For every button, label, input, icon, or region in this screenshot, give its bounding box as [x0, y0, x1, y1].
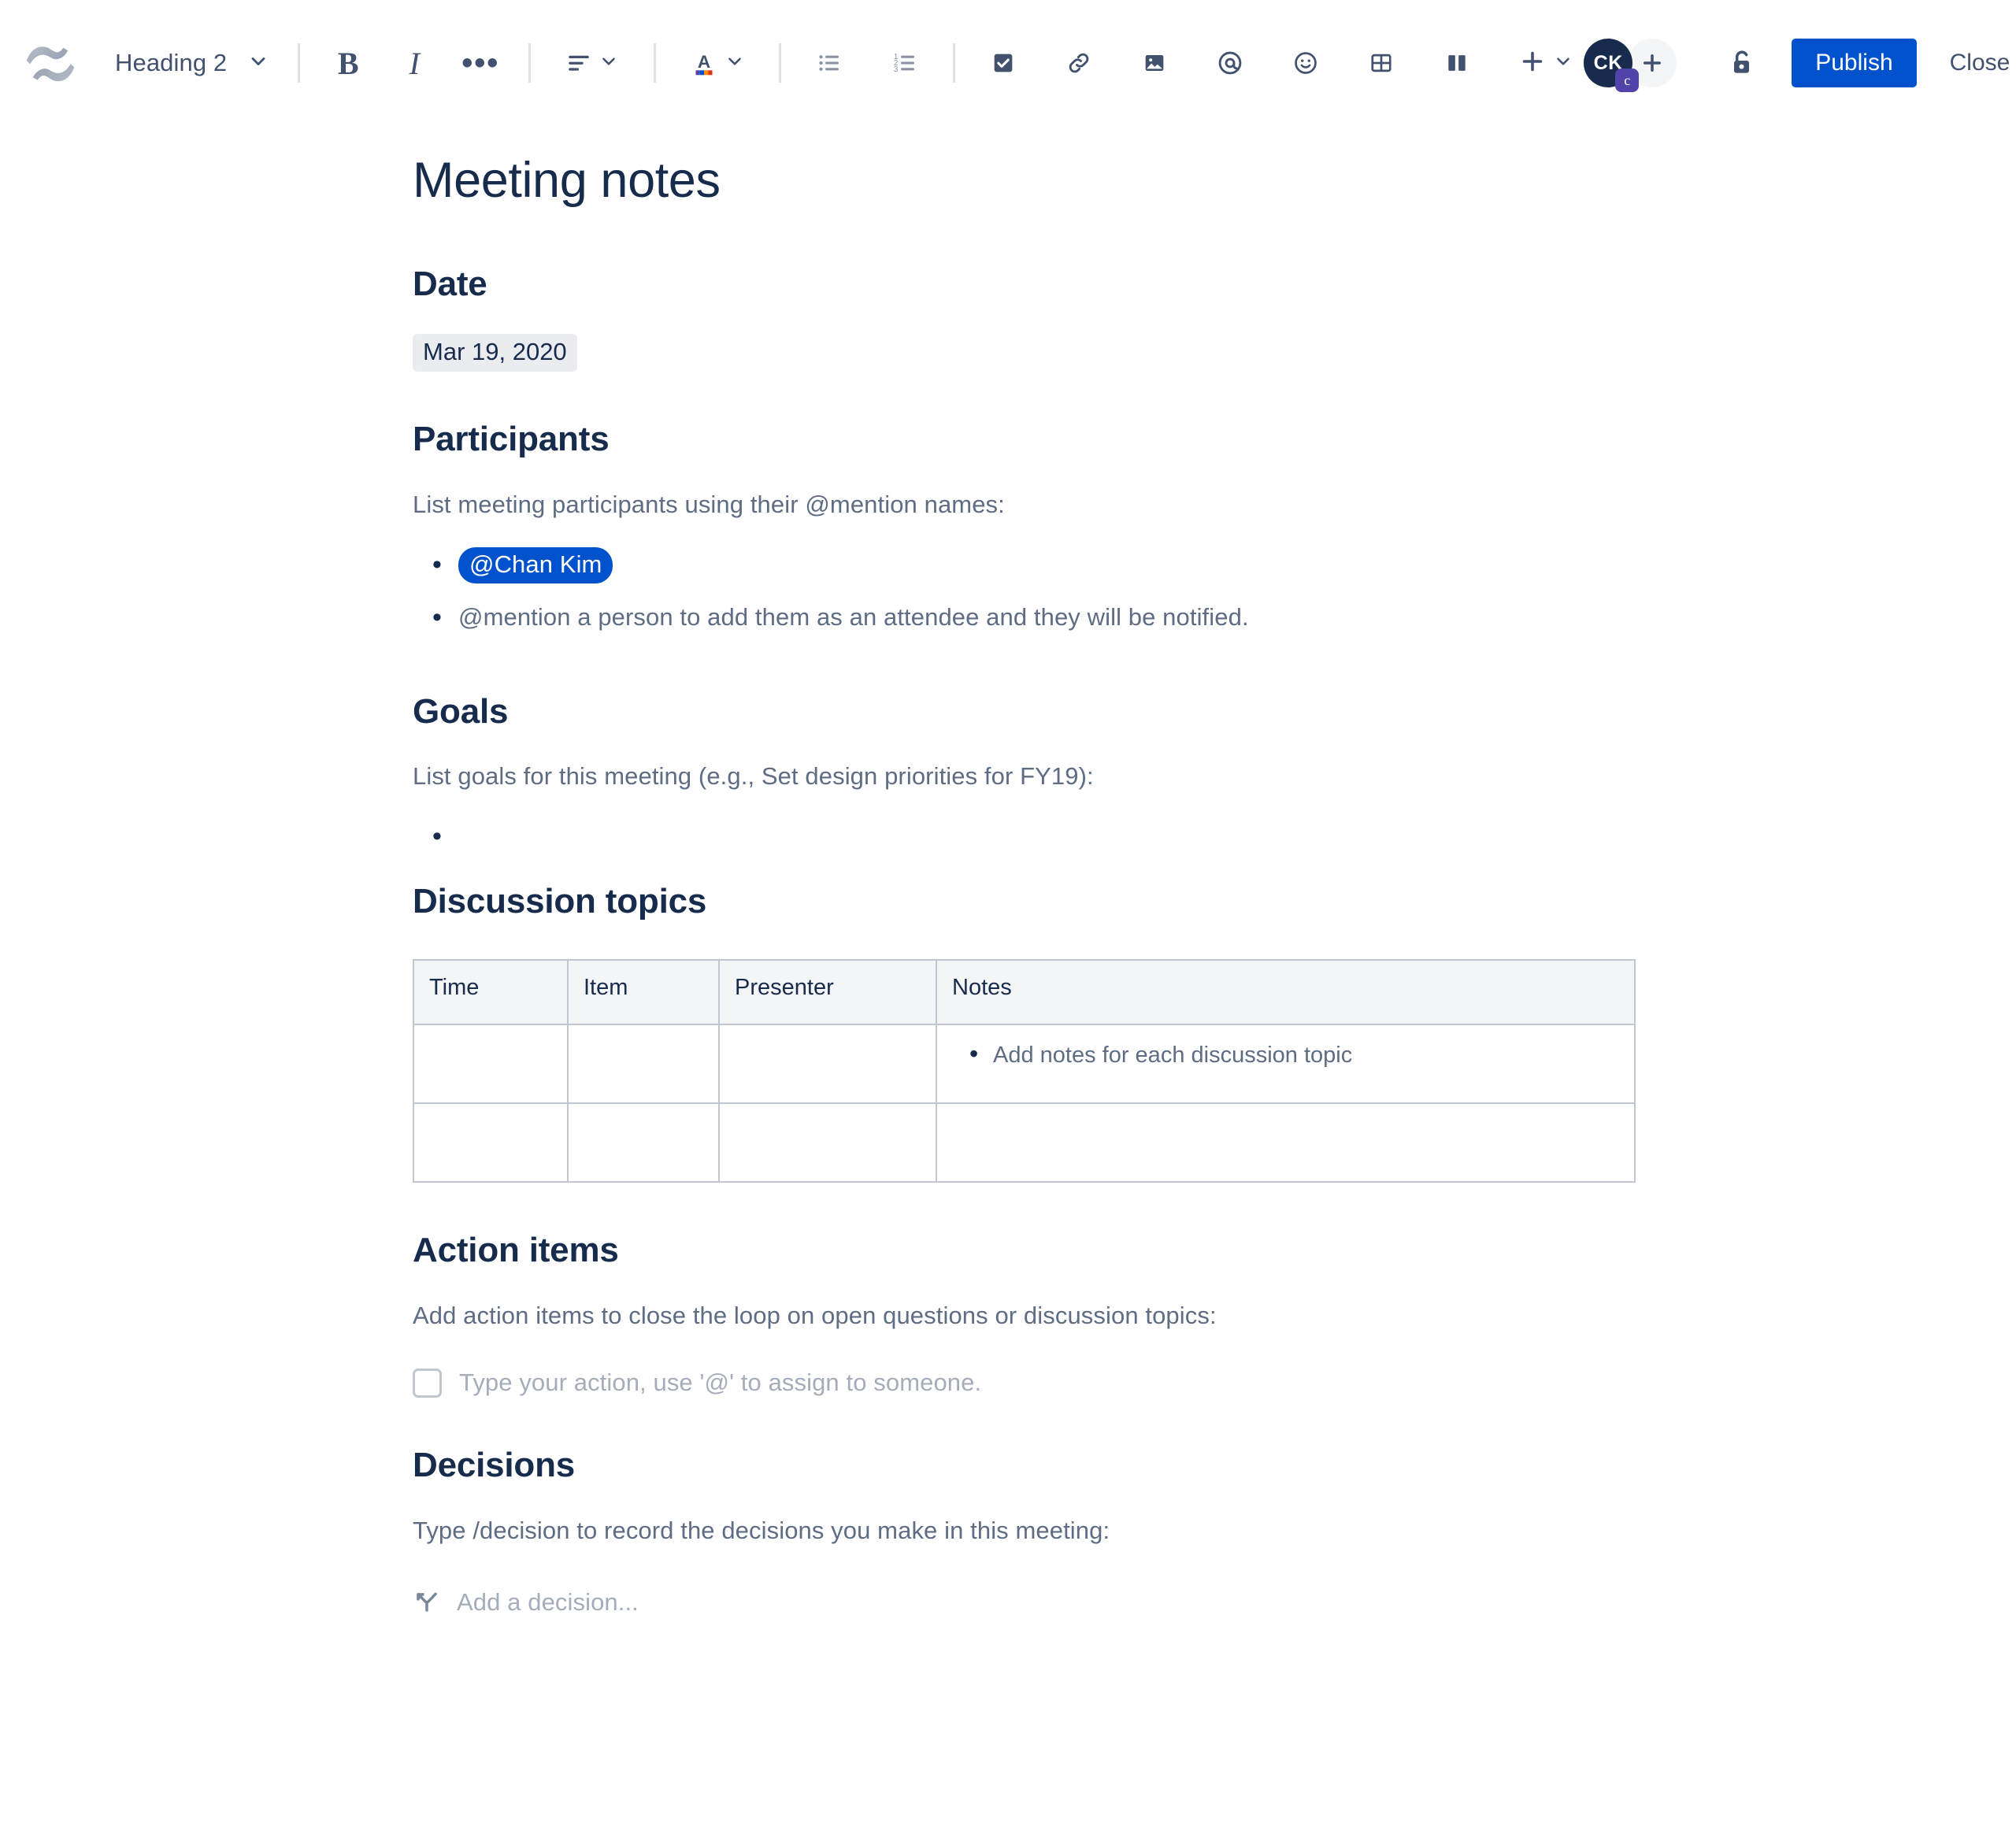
goals-list: [413, 810, 2016, 857]
confluence-app-badge-icon: c: [1615, 69, 1640, 92]
cell-item[interactable]: [567, 1102, 720, 1184]
more-formatting-icon[interactable]: •••: [456, 39, 505, 87]
section-heading-goals[interactable]: Goals: [413, 691, 2016, 733]
chevron-down-icon: [598, 51, 619, 76]
confluence-logo-icon[interactable]: [25, 34, 76, 92]
svg-text:A: A: [698, 52, 710, 72]
document-editor-body[interactable]: Meeting notes Date Mar 19, 2020 Particip…: [0, 126, 2016, 1729]
column-header-time[interactable]: Time: [413, 959, 569, 1026]
column-header-notes[interactable]: Notes: [936, 959, 1636, 1026]
toolbar-divider: [779, 43, 782, 83]
toolbar-right-actions: CK c Publish Close •••: [1584, 39, 2016, 92]
cell-item[interactable]: [567, 1024, 720, 1105]
action-checkbox-icon[interactable]: [979, 39, 1028, 87]
insert-group: [979, 39, 1584, 87]
decision-row[interactable]: Add a decision...: [413, 1587, 2016, 1619]
toolbar-divider: [528, 43, 532, 83]
action-item-placeholder[interactable]: Type your action, use '@' to assign to s…: [459, 1369, 981, 1397]
unchecked-checkbox-icon[interactable]: [413, 1368, 442, 1398]
section-heading-date[interactable]: Date: [413, 264, 2016, 306]
toolbar-divider: [654, 43, 657, 83]
cell-presenter[interactable]: [718, 1024, 937, 1105]
participants-list: @Chan Kim @mention a person to add them …: [413, 539, 2016, 644]
bullet-list-icon[interactable]: [805, 39, 854, 87]
italic-icon[interactable]: I: [390, 39, 439, 87]
notes-list: Add notes for each discussion topic: [952, 1036, 1619, 1072]
editor-toolbar: Heading 2 B I ••• A 1 2 3 CK c Publish C…: [0, 0, 2016, 126]
goals-intro[interactable]: List goals for this meeting (e.g., Set d…: [413, 759, 2016, 795]
emoji-smiley-icon[interactable]: [1281, 39, 1330, 87]
block-type-label: Heading 2: [115, 49, 228, 76]
text-color-icon[interactable]: A: [680, 39, 755, 87]
cell-notes[interactable]: Add notes for each discussion topic: [936, 1024, 1636, 1105]
table-row: [413, 1102, 1636, 1184]
block-type-selector[interactable]: Heading 2: [110, 38, 274, 88]
insert-more-button[interactable]: [1508, 39, 1584, 87]
close-button[interactable]: Close: [1928, 39, 2016, 87]
cell-presenter[interactable]: [718, 1102, 937, 1184]
table-header-row: Time Item Presenter Notes: [413, 959, 1636, 1026]
table-row: Add notes for each discussion topic: [413, 1024, 1636, 1105]
cell-notes[interactable]: [936, 1102, 1636, 1184]
plus-icon: [1518, 47, 1547, 80]
list-group: 1 2 3: [805, 39, 929, 87]
list-item[interactable]: [432, 810, 2016, 857]
list-item[interactable]: @Chan Kim: [432, 539, 2016, 591]
decisions-intro[interactable]: Type /decision to record the decisions y…: [413, 1513, 2016, 1549]
list-item[interactable]: Add notes for each discussion topic: [969, 1036, 1619, 1072]
svg-text:3: 3: [894, 65, 899, 74]
section-heading-discussion-topics[interactable]: Discussion topics: [413, 881, 2016, 923]
mention-at-icon[interactable]: [1206, 39, 1254, 87]
action-items-intro[interactable]: Add action items to close the loop on op…: [413, 1298, 2016, 1334]
page-title[interactable]: Meeting notes: [413, 140, 2016, 217]
action-item-row[interactable]: Type your action, use '@' to assign to s…: [413, 1368, 2016, 1398]
toolbar-divider: [298, 43, 301, 83]
page-layout-icon[interactable]: [1432, 39, 1481, 87]
numbered-list-icon[interactable]: 1 2 3: [880, 39, 929, 87]
link-icon[interactable]: [1054, 39, 1103, 87]
cell-time[interactable]: [413, 1102, 569, 1184]
discussion-topics-table[interactable]: Time Item Presenter Notes Add notes for …: [413, 959, 1636, 1184]
table-icon[interactable]: [1357, 39, 1406, 87]
section-heading-action-items[interactable]: Action items: [413, 1230, 2016, 1272]
section-heading-participants[interactable]: Participants: [413, 419, 2016, 461]
chevron-down-icon: [1553, 51, 1573, 76]
column-header-presenter[interactable]: Presenter: [718, 959, 937, 1026]
list-item[interactable]: @mention a person to add them as an atte…: [432, 591, 2016, 644]
date-chip[interactable]: Mar 19, 2020: [413, 333, 577, 372]
column-header-item[interactable]: Item: [567, 959, 720, 1026]
unlock-icon[interactable]: [1718, 39, 1766, 87]
chevron-down-icon: [247, 50, 269, 76]
mention-chip[interactable]: @Chan Kim: [458, 546, 613, 584]
text-format-group: B I •••: [324, 39, 505, 87]
text-align-left-icon[interactable]: [554, 39, 630, 87]
decision-branch-icon: [413, 1587, 441, 1619]
image-icon[interactable]: [1130, 39, 1179, 87]
publish-button[interactable]: Publish: [1792, 39, 1917, 87]
toolbar-divider: [953, 43, 956, 83]
cell-time[interactable]: [413, 1024, 569, 1105]
section-heading-decisions[interactable]: Decisions: [413, 1445, 2016, 1487]
collaborator-avatars: CK c: [1584, 39, 1677, 92]
decision-placeholder[interactable]: Add a decision...: [457, 1588, 639, 1617]
bold-icon[interactable]: B: [324, 39, 372, 87]
participants-intro[interactable]: List meeting participants using their @m…: [413, 487, 2016, 523]
chevron-down-icon: [724, 51, 745, 76]
